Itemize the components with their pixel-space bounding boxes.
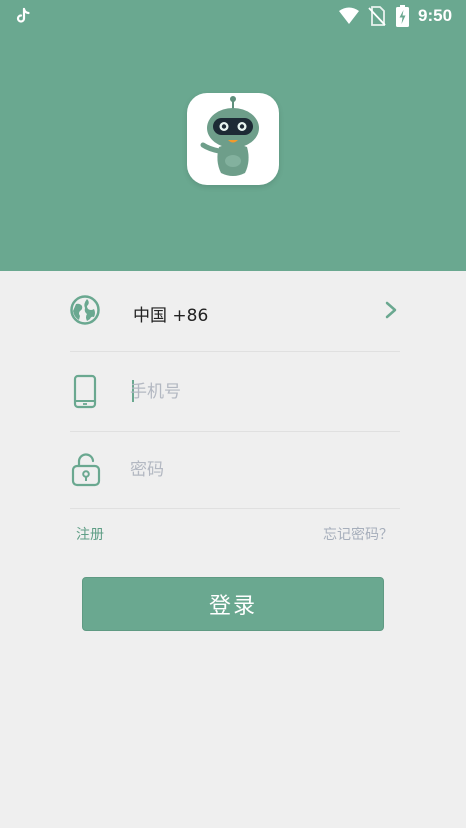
- globe-icon: [70, 295, 100, 325]
- unlock-icon: [71, 453, 101, 487]
- no-sim-icon: [368, 6, 386, 26]
- forgot-password-link[interactable]: 忘记密码？: [323, 524, 393, 544]
- status-bar: 9:50: [0, 0, 466, 34]
- robot-mascot-icon: [200, 96, 259, 176]
- password-input[interactable]: [130, 452, 380, 488]
- chevron-right-icon: [385, 301, 397, 319]
- phone-field-row: [70, 352, 400, 432]
- tiktok-icon: [16, 7, 30, 23]
- divider: [70, 508, 400, 509]
- country-selector[interactable]: 中国 +86: [70, 271, 400, 351]
- app-logo: [187, 93, 279, 185]
- register-link[interactable]: 注册: [76, 524, 104, 544]
- login-button[interactable]: 登录: [82, 577, 384, 631]
- login-button-label: 登录: [208, 594, 257, 619]
- country-code-label: 中国 +86: [133, 306, 209, 326]
- phone-icon: [73, 374, 97, 409]
- wifi-icon: [339, 7, 359, 24]
- password-field-row: [70, 432, 400, 512]
- phone-input[interactable]: [130, 374, 380, 410]
- header-banner: 9:50: [0, 0, 466, 271]
- battery-charging-icon: [396, 5, 409, 27]
- status-time: 9:50: [418, 6, 453, 25]
